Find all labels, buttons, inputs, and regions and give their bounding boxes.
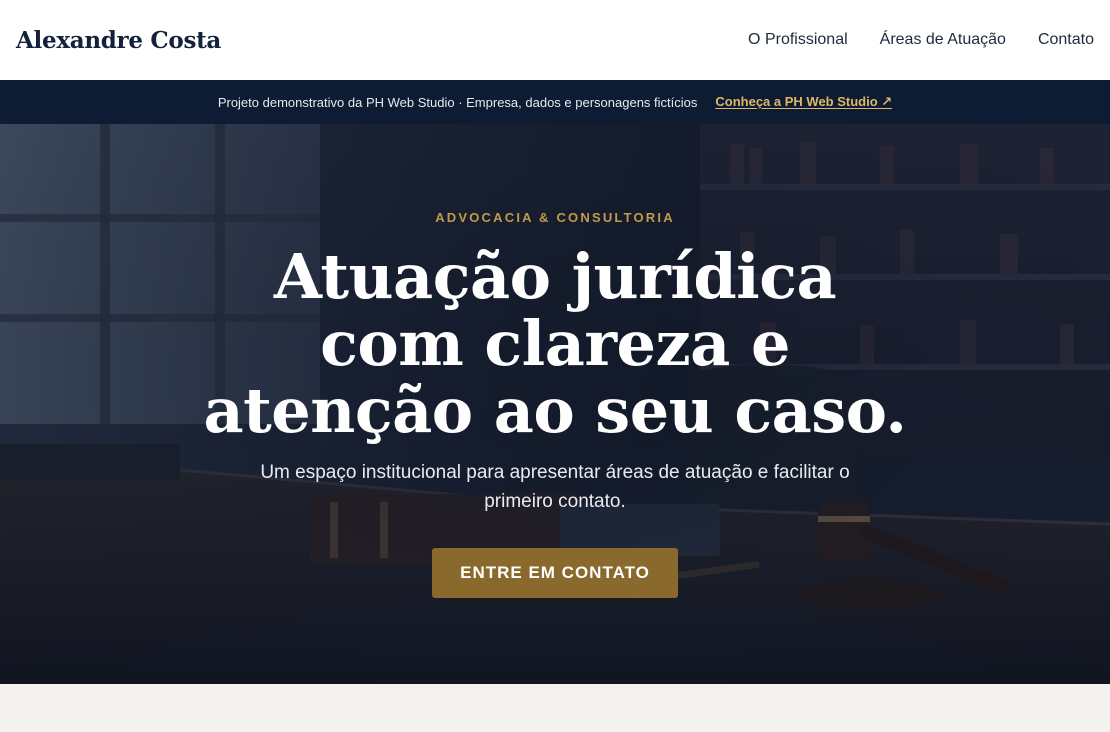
hero-content: ADVOCACIA & CONSULTORIA Atuação jurídica…: [0, 124, 1110, 684]
nav-item-contato[interactable]: Contato: [1038, 31, 1094, 49]
hero-title: Atuação jurídica com clareza e atenção a…: [203, 240, 908, 447]
hero-section: ADVOCACIA & CONSULTORIA Atuação jurídica…: [0, 124, 1110, 684]
hero-subtitle: Um espaço institucional para apresentar …: [260, 462, 850, 512]
contact-cta-button[interactable]: ENTRE EM CONTATO: [432, 548, 678, 598]
nav-item-areas-de-atuacao[interactable]: Áreas de Atuação: [880, 31, 1006, 49]
site-header: Alexandre Costa O Profissional Áreas de …: [0, 0, 1110, 80]
hero-eyebrow: ADVOCACIA & CONSULTORIA: [435, 210, 675, 225]
brand-logo[interactable]: Alexandre Costa: [16, 27, 221, 54]
nav-item-o-profissional[interactable]: O Profissional: [748, 31, 848, 49]
demo-banner-link[interactable]: Conheça a PH Web Studio ↗: [715, 94, 892, 110]
demo-banner-text: Projeto demonstrativo da PH Web Studio ·…: [217, 94, 698, 110]
next-section: [0, 684, 1110, 732]
main-nav: O Profissional Áreas de Atuação Contato: [748, 31, 1094, 49]
demo-banner: Projeto demonstrativo da PH Web Studio ·…: [0, 80, 1110, 124]
